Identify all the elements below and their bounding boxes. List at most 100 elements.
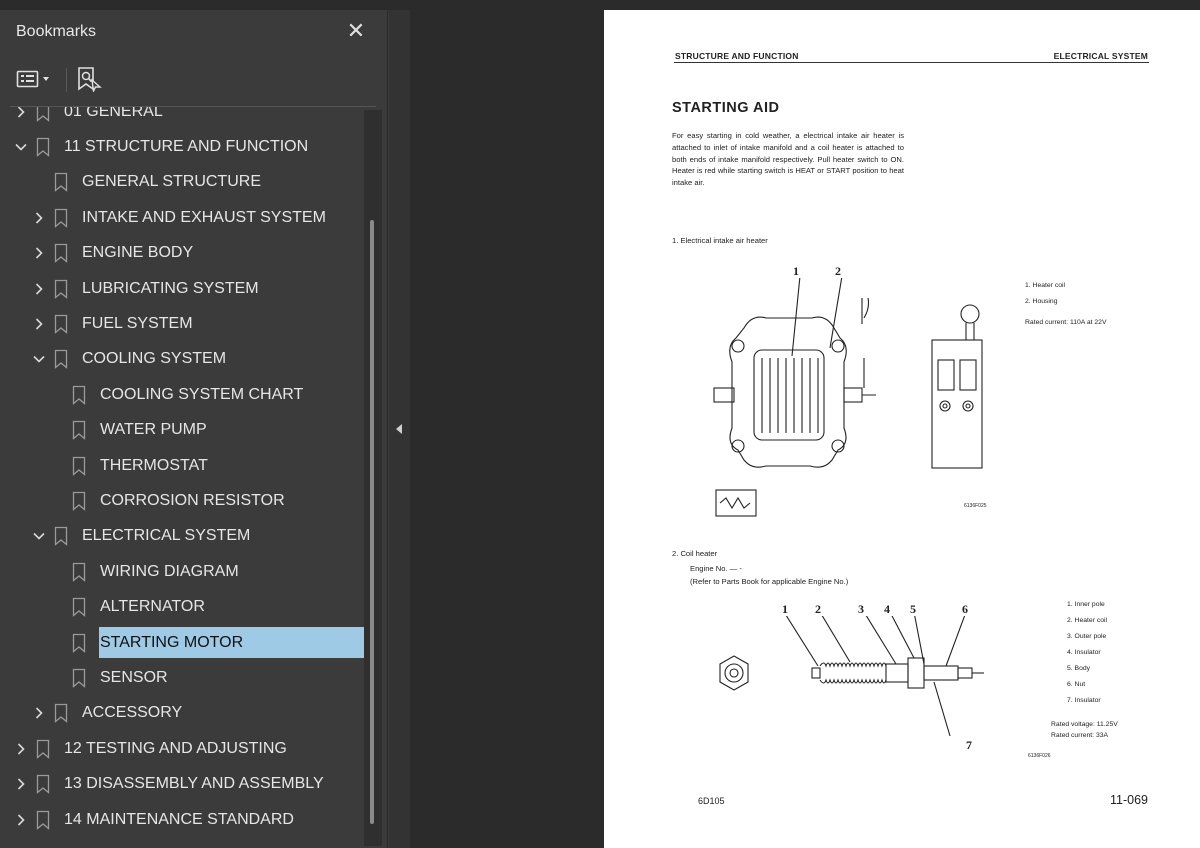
bookmark-label: 01 GENERAL: [64, 107, 163, 120]
bookmark-item[interactable]: 13 DISASSEMBLY AND ASSEMBLY: [0, 766, 364, 801]
document-page: STRUCTURE AND FUNCTION ELECTRICAL SYSTEM…: [604, 10, 1200, 848]
chevron-right-icon[interactable]: [30, 280, 48, 298]
fig2-legend-item: 5. Body: [1067, 665, 1091, 672]
chevron-right-icon[interactable]: [30, 315, 48, 333]
fig2-callout-5: 5: [910, 602, 916, 616]
bookmark-icon: [54, 526, 72, 547]
fig2-callout-6: 6: [962, 602, 968, 616]
fig1-callout-1: 1: [793, 264, 799, 278]
page-number: 11-069: [1110, 793, 1148, 807]
bookmark-item[interactable]: ALTERNATOR: [0, 589, 364, 624]
bookmark-label: 14 MAINTENANCE STANDARD: [64, 810, 294, 828]
fig1-callout-2: 2: [835, 264, 841, 278]
bookmark-item[interactable]: COOLING SYSTEM: [0, 342, 364, 377]
bookmark-item[interactable]: COOLING SYSTEM CHART: [0, 377, 364, 412]
bookmark-item[interactable]: ACCESSORY: [0, 696, 364, 731]
bookmark-label: COOLING SYSTEM CHART: [100, 385, 304, 403]
scrollbar-thumb[interactable]: [370, 220, 374, 824]
fig1-legend-item: 2. Housing: [1025, 298, 1058, 305]
bookmarks-title: Bookmarks: [16, 23, 97, 40]
bookmark-label: COOLING SYSTEM: [82, 350, 227, 368]
chevron-down-icon[interactable]: [30, 350, 48, 368]
bookmark-item[interactable]: STARTING MOTOR: [0, 625, 364, 660]
bookmark-icon: [72, 633, 90, 653]
bookmark-item[interactable]: LUBRICATING SYSTEM: [0, 271, 364, 306]
bookmark-item[interactable]: SENSOR: [0, 660, 364, 695]
bookmark-label: STARTING MOTOR: [100, 633, 244, 651]
intro-paragraph: For easy starting in cold weather, a ele…: [672, 131, 904, 188]
fig2-legend-item: 2. Heater coil: [1067, 617, 1108, 624]
bookmark-label: THERMOSTAT: [100, 456, 208, 474]
chevron-right-icon[interactable]: [12, 775, 30, 793]
page-footer-model: 6D105: [698, 796, 725, 806]
bookmark-item[interactable]: ENGINE BODY: [0, 236, 364, 271]
fig2-legend-item: 3. Outer pole: [1067, 633, 1107, 640]
bookmarks-scrollbar[interactable]: [364, 110, 382, 846]
refer-note: (Refer to Parts Book for applicable Engi…: [690, 577, 849, 586]
bookmark-icon: [36, 774, 54, 794]
chevron-right-icon[interactable]: [12, 107, 30, 121]
chevron-down-icon[interactable]: [12, 138, 30, 156]
chevron-right-icon[interactable]: [30, 244, 48, 262]
bookmark-item[interactable]: 14 MAINTENANCE STANDARD: [0, 802, 364, 837]
bookmark-item[interactable]: CORROSION RESISTOR: [0, 483, 364, 518]
bookmark-icon: [72, 385, 90, 405]
bookmarks-panel: Bookmarks ✕ 01 GENERAL 11 STRUCTURE AND F…: [0, 10, 388, 848]
bookmarks-toolbar: [0, 58, 388, 100]
bookmark-item[interactable]: 11 STRUCTURE AND FUNCTION: [0, 129, 364, 164]
chevron-down-icon[interactable]: [30, 527, 48, 545]
bookmark-options-button[interactable]: [16, 64, 52, 94]
bookmark-icon: [54, 279, 72, 299]
bookmark-icon: [54, 243, 72, 264]
fig1-legend: 1. Heater coil 2. Housing: [1025, 278, 1065, 310]
close-icon[interactable]: ✕: [344, 20, 368, 44]
bookmark-tree: 01 GENERAL 11 STRUCTURE AND FUNCTION GENER…: [0, 107, 364, 848]
find-current-bookmark-button[interactable]: [76, 64, 102, 94]
page-header-left: STRUCTURE AND FUNCTION: [675, 51, 799, 61]
chevron-right-icon[interactable]: [12, 740, 30, 758]
chevron-right-icon[interactable]: [12, 811, 30, 829]
bookmark-icon: [72, 491, 90, 511]
fig2-code: 6136F026: [1028, 753, 1051, 759]
bookmark-item[interactable]: INTAKE AND EXHAUST SYSTEM: [0, 200, 364, 235]
bookmark-icon: [36, 137, 54, 157]
bookmark-item[interactable]: THERMOSTAT: [0, 448, 364, 483]
window-top-strip: [0, 0, 1200, 10]
fig2-rated-voltage: Rated voltage: 11.25V: [1051, 721, 1118, 728]
fig1-rated-current: Rated current: 110A at 22V: [1025, 319, 1107, 326]
bookmark-item[interactable]: 12 TESTING AND ADJUSTING: [0, 731, 364, 766]
chevron-right-icon[interactable]: [30, 209, 48, 227]
bookmark-item[interactable]: WIRING DIAGRAM: [0, 554, 364, 589]
section-heading-1: 1. Electrical intake air heater: [672, 236, 768, 245]
bookmark-icon: [36, 107, 54, 122]
bookmark-icon: [72, 562, 90, 582]
bookmark-icon: [54, 172, 72, 193]
bookmark-icon: [54, 314, 72, 334]
chevron-right-icon[interactable]: [30, 704, 48, 722]
bookmark-icon: [54, 349, 72, 370]
find-current-bookmark-icon: [78, 67, 102, 92]
fig2-legend-item: 1. Inner pole: [1067, 601, 1105, 608]
bookmark-item[interactable]: ELECTRICAL SYSTEM: [0, 519, 364, 554]
bookmark-item[interactable]: WATER PUMP: [0, 413, 364, 448]
bookmark-label: INTAKE AND EXHAUST SYSTEM: [82, 208, 326, 226]
bookmark-item[interactable]: GENERAL STRUCTURE: [0, 165, 364, 200]
bookmark-options-icon: [16, 70, 49, 88]
bookmark-item[interactable]: FUEL SYSTEM: [0, 306, 364, 341]
bookmark-icon: [54, 208, 72, 228]
bookmark-item[interactable]: 01 GENERAL: [0, 107, 364, 129]
bookmark-label: 11 STRUCTURE AND FUNCTION: [64, 138, 309, 156]
fig2-callout-4: 4: [884, 602, 890, 616]
bookmark-label: ELECTRICAL SYSTEM: [82, 527, 251, 545]
header-rule: [674, 62, 1149, 63]
collapse-panel-button[interactable]: [392, 420, 406, 438]
